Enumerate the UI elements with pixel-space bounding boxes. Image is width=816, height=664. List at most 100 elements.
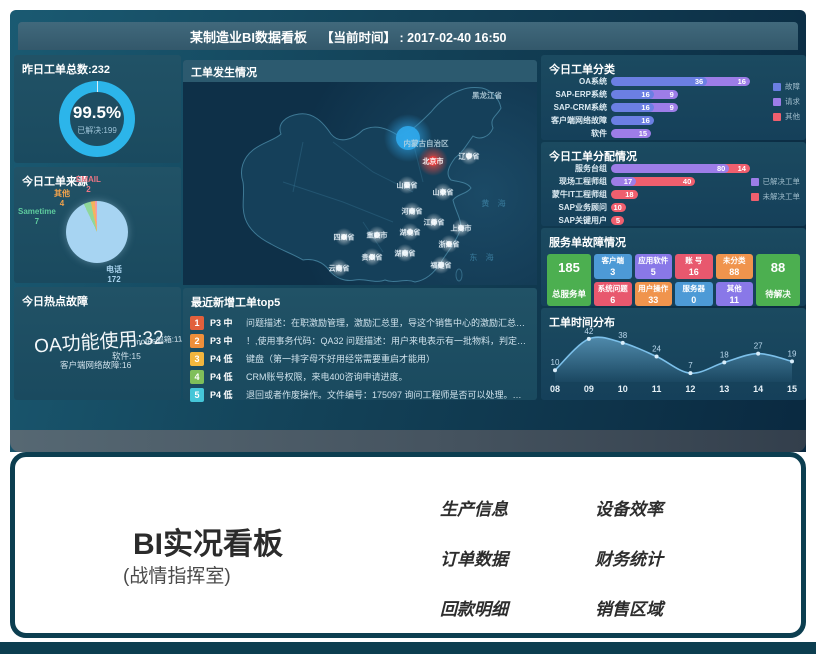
legend-item: 其他 — [773, 111, 800, 122]
fault-cell-value: 6 — [610, 295, 615, 305]
bar-segment: 40 — [628, 177, 695, 186]
pie-chart — [66, 201, 128, 263]
top5-row: 5P4 低退回或者作废操作。文件编号：175097 询问工程师是否可以处理。需联… — [190, 387, 530, 402]
data-point — [621, 341, 625, 345]
data-point — [553, 368, 557, 372]
pie-label-4: EMAIL2 — [76, 175, 101, 194]
legend-swatch — [751, 178, 759, 186]
province-label: 山西省 — [397, 181, 418, 190]
screen-base — [10, 430, 806, 452]
legend-item: 请求 — [773, 96, 800, 107]
bar-row: OA系统3616 — [545, 76, 748, 86]
bar-track: 169 — [611, 90, 748, 99]
x-axis-label: 13 — [719, 384, 729, 394]
panel-allocation-title: 今日工单分配情况 — [541, 142, 806, 164]
fault-cell: 应用软件5 — [635, 254, 673, 279]
data-point — [587, 337, 591, 341]
province-label: 浙江省 — [439, 240, 460, 249]
bar-row: 现场工程师组1740 — [545, 176, 748, 186]
page-title: 某制造业BI数据看板 — [190, 27, 307, 46]
bar-segment: 16 — [611, 90, 654, 99]
data-point — [756, 352, 760, 356]
panel-time-distribution: 工单时间分布 104238247182719 0809101112131415 — [541, 308, 806, 400]
bar-segment: 5 — [611, 216, 624, 225]
panel-fault-status: 服务单故障情况 185 总服务单 客户端3应用软件5账 号16未分类88系统问题… — [541, 228, 806, 306]
fault-cell: 服务器0 — [675, 282, 713, 307]
fault-total-label: 总服务单 — [552, 288, 586, 300]
province-label: 山东省 — [433, 188, 454, 197]
feature-column-right: 设备效率财务统计销售区域 — [595, 495, 663, 620]
donut-resolved-label: 已解决:199 — [77, 125, 117, 136]
feature-item: 设备效率 — [595, 495, 663, 520]
fault-cell-label: 客户端 — [602, 255, 625, 266]
province-label: 重庆市 — [367, 231, 388, 240]
feature-item: 回款明细 — [440, 595, 508, 620]
legend-swatch — [773, 83, 781, 91]
bar-segment: 15 — [611, 129, 651, 138]
priority-label: P4 低 — [210, 388, 240, 401]
ticket-description: 问题描述：在职激励管理，激励汇总里，导这个销售中心的激励汇总，有个人（00040… — [246, 316, 530, 329]
pie-slice-name: EMAIL — [76, 175, 101, 185]
panel-yesterday-title: 昨日工单总数:232 — [14, 55, 181, 77]
map-header: 工单发生情况 — [183, 60, 537, 82]
panel-top5-tickets: 最近新增工单top5 1P3 中问题描述：在职激励管理，激励汇总里，导这个销售中… — [183, 288, 537, 400]
dashboard-screen: 某制造业BI数据看板 【当前时间】 : 2017-02-40 16:50 昨日工… — [10, 10, 806, 452]
province-label: 辽宁省 — [459, 152, 480, 161]
legend-label: 其他 — [785, 111, 800, 122]
bar-segment: 36 — [611, 77, 707, 86]
priority-label: P4 低 — [210, 352, 240, 365]
bar-row: SAP关键用户5 — [545, 215, 748, 225]
legend-label: 已解决工单 — [763, 176, 801, 187]
rank-badge: 3 — [190, 352, 204, 366]
bar-segment: 18 — [611, 190, 638, 199]
china-map: 黄 海东 海辽宁省山西省山东省河南省江苏省上海市湖北省重庆市四川省浙江省湖南省贵… — [183, 82, 537, 285]
panel-yesterday-total: 昨日工单总数:232 99.5% 已解决:199 — [14, 55, 181, 163]
ticket-description: CRM账号权限，来电400咨询申请进度。 — [246, 370, 530, 383]
priority-label: P4 低 — [210, 370, 240, 383]
footer-card: BI实况看板 (战情指挥室) 生产信息订单数据回款明细 设备效率财务统计销售区域 — [10, 452, 806, 638]
fault-grid: 185 总服务单 客户端3应用软件5账 号16未分类88系统问题6用户操作33服… — [541, 250, 806, 306]
bar-segment: 80 — [611, 164, 729, 173]
panel-top5-title: 最近新增工单top5 — [183, 288, 537, 310]
point-value: 42 — [584, 327, 593, 336]
point-value: 27 — [754, 342, 763, 351]
panel-classification: 今日工单分类 OA系统3616SAP-ERP系统169SAP-CRM系统169客… — [541, 55, 806, 140]
fault-total-box: 185 总服务单 — [547, 254, 591, 306]
bar-row: 客户端网络故障16 — [545, 115, 748, 125]
alert-label: 北京市 — [423, 157, 444, 166]
ticket-description: ！,使用事务代码：QA32 问题描述：用户来电表示有一批物料，判定为不合格，在S… — [246, 334, 530, 347]
fault-cell: 用户操作33 — [635, 282, 673, 307]
pie-label-2: Sametime7 — [18, 207, 56, 226]
legend-item: 未解决工单 — [751, 191, 801, 202]
bar-track: 169 — [611, 103, 748, 112]
province-label: 贵州省 — [362, 253, 383, 262]
region-label: 黑龙江省 — [472, 90, 502, 100]
bar-row: SAP-ERP系统169 — [545, 89, 748, 99]
fault-cell-value: 11 — [729, 295, 739, 305]
current-time-label: 【当前时间】 : 2017-02-40 16:50 — [321, 27, 507, 46]
fault-cell-value: 0 — [691, 295, 696, 305]
fault-cell: 未分类88 — [716, 254, 754, 279]
point-value: 19 — [788, 349, 797, 358]
fault-pending-box: 88 待解决 — [756, 254, 800, 306]
fault-cell: 系统问题6 — [594, 282, 632, 307]
point-value: 24 — [652, 345, 661, 354]
sea-label: 东 海 — [469, 252, 496, 262]
time-x-axis: 0809101112131415 — [549, 384, 798, 395]
fault-pending-label: 待解决 — [765, 288, 791, 300]
fault-cell: 账 号16 — [675, 254, 713, 279]
panel-ticket-map: 工单发生情况 黄 海东 海辽宁省山西省山东省河南省江苏省上海市湖北省重庆市四川省… — [183, 60, 537, 285]
bar-label: SAP-CRM系统 — [545, 102, 611, 113]
pie-slice-name: 其他 — [54, 189, 70, 199]
footer-subtitle: (战情指挥室) — [123, 561, 231, 588]
legend-swatch — [773, 98, 781, 106]
feature-item: 销售区域 — [595, 595, 663, 620]
ticket-description: 键盘（第一排字母不好用经常需要重启才能用） — [246, 352, 530, 365]
province-label: 河南省 — [402, 207, 423, 216]
panel-map-title: 工单发生情况 — [183, 60, 537, 80]
legend-swatch — [751, 193, 759, 201]
top5-row: 2P3 中！,使用事务代码：QA32 问题描述：用户来电表示有一批物料，判定为不… — [190, 333, 530, 348]
pie-slice-value: 172 — [106, 275, 122, 285]
province-label: 湖南省 — [395, 249, 416, 258]
bar-segment: 16 — [611, 116, 654, 125]
